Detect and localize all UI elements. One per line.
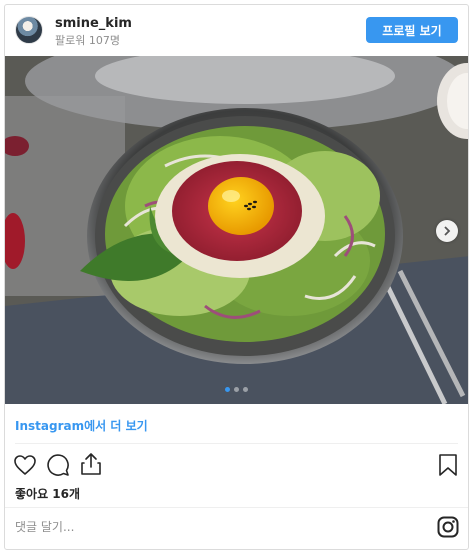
follower-count: 팔로워 107명 [55,34,120,47]
carousel-dot [243,387,248,392]
instagram-logo-button[interactable] [437,516,459,542]
instagram-embed-card: smine_kim 팔로워 107명 프로필 보기 Instagram에서 더 … [4,4,469,550]
save-button[interactable] [438,453,458,481]
view-profile-button[interactable]: 프로필 보기 [366,17,458,43]
avatar[interactable] [15,16,43,44]
share-icon [81,453,101,475]
carousel-dot [225,387,230,392]
instagram-logo-icon [437,516,459,538]
food-photo [5,56,468,404]
bookmark-icon [439,454,457,476]
chevron-right-icon [444,226,451,236]
divider [15,443,458,444]
heart-icon [14,455,36,475]
carousel-dot [234,387,239,392]
share-button[interactable] [79,452,103,480]
comment-input[interactable] [15,516,315,538]
next-slide-button[interactable] [436,220,458,242]
like-count: 좋아요 16개 [15,487,81,501]
carousel-indicator [5,387,468,392]
username[interactable]: smine_kim [55,16,132,31]
view-more-on-instagram-link[interactable]: Instagram에서 더 보기 [15,417,148,434]
divider [5,507,468,508]
comment-icon [47,454,69,476]
post-photo[interactable] [5,56,468,404]
post-header: smine_kim 팔로워 107명 프로필 보기 [5,5,468,55]
comment-button[interactable] [46,453,70,481]
like-button[interactable] [13,453,37,481]
